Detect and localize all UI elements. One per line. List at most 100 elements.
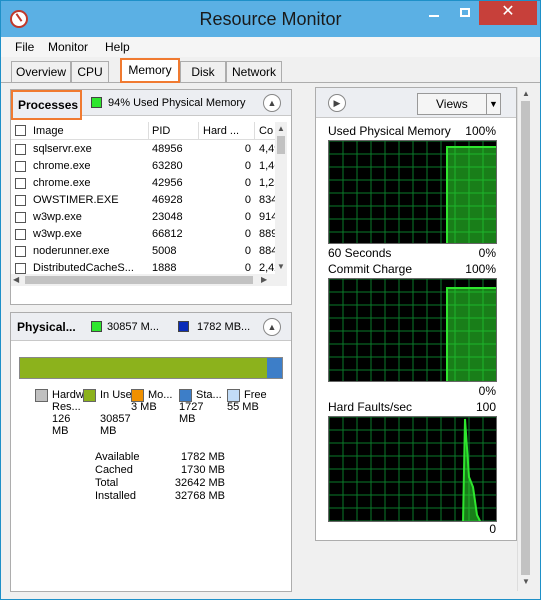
- views-label: Views: [436, 97, 468, 111]
- scroll-up-icon[interactable]: ▲: [277, 124, 285, 133]
- hard-faults-max: 100: [475, 400, 496, 414]
- tab-cpu[interactable]: CPU: [71, 61, 109, 82]
- cell-hard-faults: 0: [244, 143, 251, 155]
- row-checkbox[interactable]: [15, 178, 26, 189]
- commit-charge-title: Commit Charge: [328, 262, 413, 276]
- processes-vertical-scrollbar[interactable]: ▲ ▼: [275, 122, 287, 286]
- row-checkbox[interactable]: [15, 229, 26, 240]
- cell-pid: 63280: [152, 160, 183, 172]
- menu-monitor[interactable]: Monitor: [48, 40, 88, 54]
- scroll-down-icon[interactable]: ▼: [277, 262, 285, 271]
- commit-charge-min: 0%: [478, 384, 496, 398]
- cell-pid: 42956: [152, 177, 183, 189]
- row-checkbox[interactable]: [15, 161, 26, 172]
- table-row[interactable]: chrome.exe4295601,25: [11, 175, 277, 192]
- tab-overview[interactable]: Overview: [11, 61, 71, 82]
- cell-image: w3wp.exe: [33, 228, 82, 240]
- summary-value: 32768 MB: [174, 490, 225, 502]
- graphs-scroll-thumb[interactable]: [521, 101, 530, 575]
- maximize-button[interactable]: [450, 1, 479, 25]
- tab-memory[interactable]: Memory: [120, 58, 180, 83]
- graph-area: [447, 288, 496, 381]
- row-checkbox[interactable]: [15, 246, 26, 257]
- views-dropdown[interactable]: Views ▼: [417, 93, 501, 115]
- graphs-scroll-up-icon[interactable]: ▲: [522, 89, 530, 98]
- hard-faults-graph: [328, 416, 497, 522]
- select-all-checkbox[interactable]: [15, 125, 26, 136]
- physical-memory-header[interactable]: Physical... 30857 M... 1782 MB... ▲: [11, 313, 291, 341]
- row-checkbox[interactable]: [15, 263, 26, 274]
- hard-faults-min: 0: [489, 522, 496, 536]
- row-checkbox[interactable]: [15, 144, 26, 155]
- expand-graphs-button[interactable]: ▶: [328, 94, 346, 112]
- column-image[interactable]: Image: [33, 122, 149, 140]
- processes-panel: Processes 94% Used Physical Memory ▲ Ima…: [10, 89, 292, 305]
- table-header: Image PID Hard ... Co: [11, 122, 277, 140]
- table-row[interactable]: w3wp.exe668120889,: [11, 226, 277, 243]
- row-checkbox[interactable]: [15, 212, 26, 223]
- close-icon: ✕: [501, 3, 515, 20]
- close-button[interactable]: ✕: [479, 1, 537, 25]
- row-checkbox[interactable]: [15, 195, 26, 206]
- hscroll-thumb[interactable]: [25, 276, 253, 284]
- cell-image: w3wp.exe: [33, 211, 82, 223]
- table-row[interactable]: noderunner.exe50080884,: [11, 243, 277, 260]
- tab-disk[interactable]: Disk: [180, 61, 226, 82]
- legend-label: In Use: [100, 389, 132, 401]
- scroll-thumb[interactable]: [277, 136, 285, 154]
- tab-network[interactable]: Network: [226, 61, 282, 82]
- summary-label: Installed: [95, 490, 136, 502]
- legend-label: Sta...: [196, 389, 222, 401]
- memory-status-indicator: [91, 97, 102, 108]
- summary-label: Cached: [95, 464, 133, 476]
- scroll-left-icon[interactable]: ◀: [13, 275, 19, 284]
- processes-collapse-button[interactable]: ▲: [263, 94, 281, 112]
- used-physical-memory-graph: [328, 140, 497, 244]
- legend-label: Hardw Res...: [52, 389, 84, 413]
- legend-value: 126 MB: [52, 413, 71, 437]
- legend-label: Mo...: [148, 389, 173, 401]
- legend-label: Free: [244, 389, 267, 401]
- column-hard-faults[interactable]: Hard ...: [203, 122, 255, 140]
- cell-hard-faults: 0: [244, 211, 251, 223]
- summary-value: 1730 MB: [180, 464, 225, 476]
- physical-memory-collapse-button[interactable]: ▲: [263, 318, 281, 336]
- processes-title: Processes: [18, 98, 79, 112]
- cell-pid: 48956: [152, 143, 183, 155]
- graphs-scrollbar[interactable]: ▲ ▼: [517, 87, 534, 591]
- available-indicator: [178, 321, 189, 332]
- scroll-right-icon[interactable]: ▶: [261, 275, 267, 284]
- processes-status: 94% Used Physical Memory: [108, 97, 246, 109]
- cell-pid: 23048: [152, 211, 183, 223]
- processes-header[interactable]: Processes 94% Used Physical Memory ▲: [11, 90, 291, 120]
- title-bar[interactable]: Resource Monitor ✕: [1, 1, 540, 37]
- table-row[interactable]: sqlservr.exe4895604,49: [11, 141, 277, 158]
- cell-pid: 46928: [152, 194, 183, 206]
- memory-summary: Available 1782 MB Cached 1730 MB Total 32642 …: [95, 451, 225, 503]
- cell-hard-faults: 0: [244, 160, 251, 172]
- chevron-down-icon: ▼: [486, 94, 500, 114]
- cell-pid: 5008: [152, 245, 177, 257]
- table-row[interactable]: OWSTIMER.EXE469280834,: [11, 192, 277, 209]
- cell-image: chrome.exe: [33, 177, 91, 189]
- legend-value: 55 MB: [227, 401, 259, 413]
- cell-image: chrome.exe: [33, 160, 91, 172]
- summary-value: 1782 MB: [180, 451, 225, 463]
- table-row[interactable]: chrome.exe6328001,46: [11, 158, 277, 175]
- used-physical-memory-max: 100%: [465, 124, 496, 138]
- summary-row: Total 32642 MB: [95, 477, 225, 490]
- menu-help[interactable]: Help: [105, 40, 130, 54]
- graphs-scroll-down-icon[interactable]: ▼: [522, 577, 530, 586]
- processes-horizontal-scrollbar[interactable]: ◀ ▶: [11, 274, 275, 286]
- processes-table: Image PID Hard ... Co sqlservr.exe 48956 0…: [11, 122, 287, 286]
- physical-memory-panel: Physical... 30857 M... 1782 MB... ▲ Hard…: [10, 312, 292, 592]
- minimize-button[interactable]: [419, 1, 448, 25]
- column-pid[interactable]: PID: [152, 122, 199, 140]
- menu-file[interactable]: File: [15, 40, 34, 54]
- hard-faults-title: Hard Faults/sec: [328, 400, 413, 414]
- cell-pid: 66812: [152, 228, 183, 240]
- table-row[interactable]: w3wp.exe230480914,: [11, 209, 277, 226]
- summary-label: Available: [95, 451, 140, 463]
- memory-usage-bar: [19, 357, 283, 379]
- cell-hard-faults: 0: [244, 194, 251, 206]
